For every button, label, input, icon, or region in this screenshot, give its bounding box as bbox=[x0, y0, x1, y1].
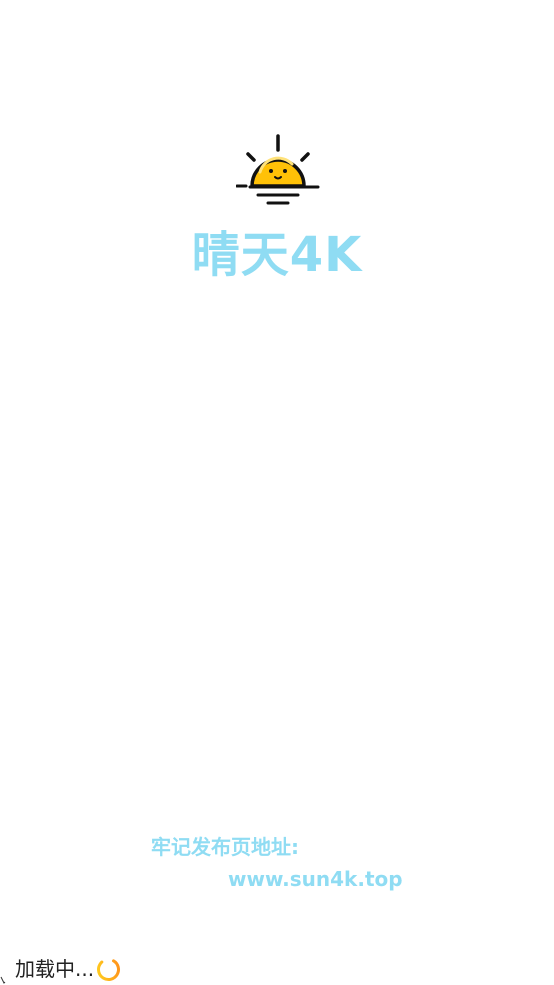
sunrise-icon bbox=[236, 134, 320, 205]
notice-label: 牢记发布页地址: bbox=[151, 835, 299, 859]
publish-page-url[interactable]: www.sun4k.top bbox=[228, 865, 403, 893]
loading-text: 加载中... bbox=[15, 957, 95, 981]
corner-mark bbox=[0, 976, 6, 984]
loading-spinner-icon bbox=[97, 957, 121, 981]
app-title: 晴天4K bbox=[191, 227, 363, 283]
loading-indicator: 加载中... bbox=[15, 955, 121, 983]
